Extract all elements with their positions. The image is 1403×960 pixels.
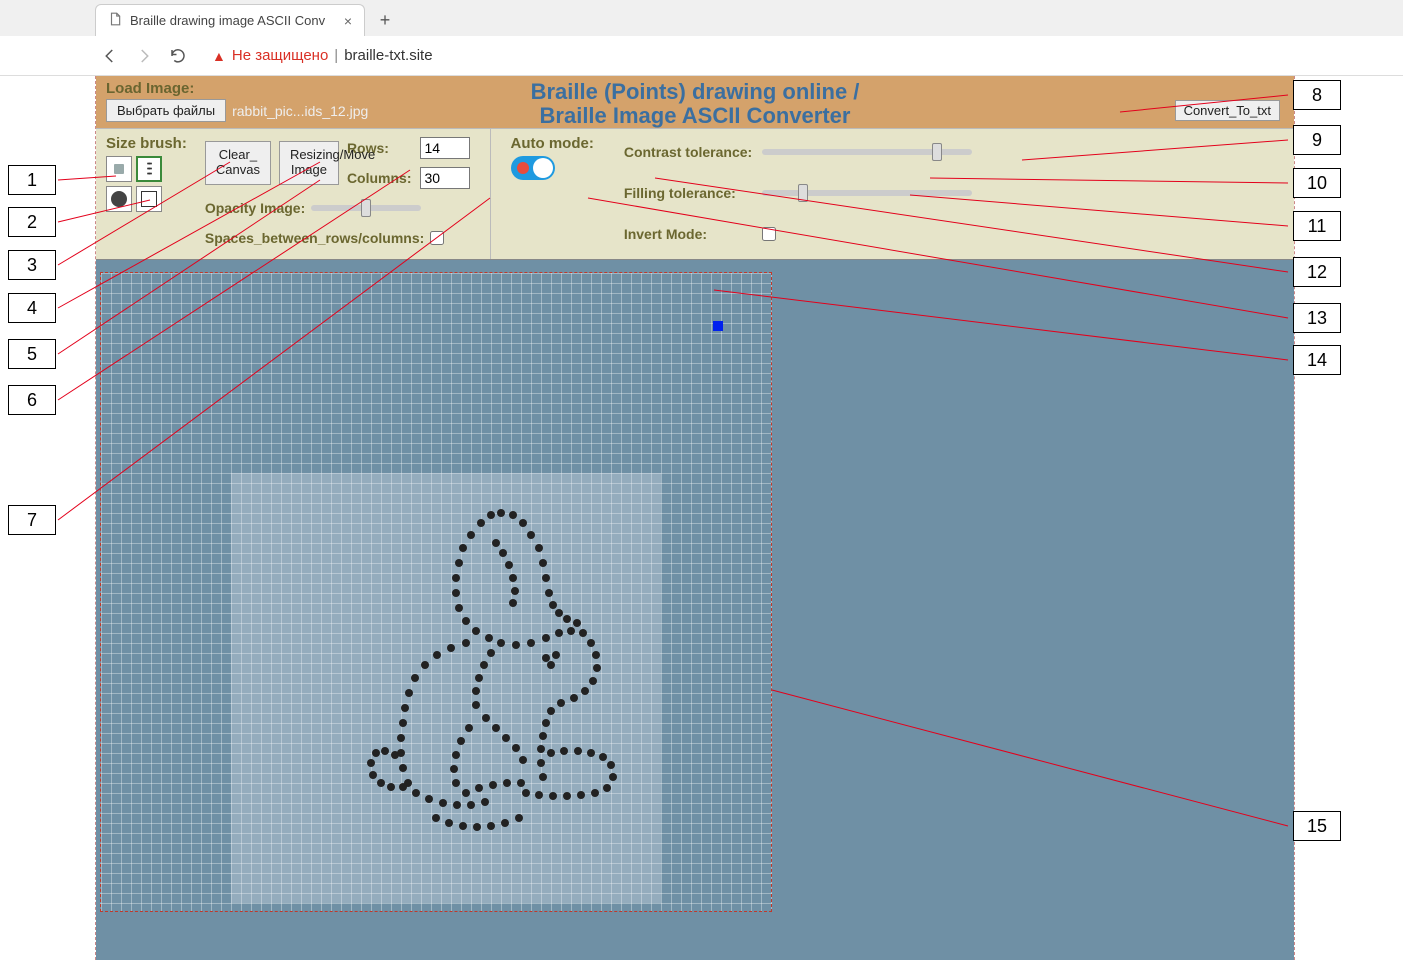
spaces-between-checkbox[interactable] xyxy=(430,231,444,245)
header-bar: Load Image: Выбрать файлы rabbit_pic...i… xyxy=(96,76,1294,128)
rabbit-dot-drawing xyxy=(291,493,711,913)
rows-input[interactable] xyxy=(420,137,470,159)
address-bar: ▲ Не защищено | braille-txt.site xyxy=(0,36,1403,76)
security-warning-text: Не защищено xyxy=(232,47,328,64)
callout-3: 3 xyxy=(8,250,56,280)
toolbar: Size brush: ••••••••• Rows: Clear_ Canva… xyxy=(96,128,1294,259)
tab-bar: Braille drawing image ASCII Conv × + xyxy=(0,0,1403,36)
callout-7: 7 xyxy=(8,505,56,535)
spaces-between-label: Spaces_between_rows/columns: xyxy=(205,230,424,246)
callout-4: 4 xyxy=(8,293,56,323)
opacity-image-slider[interactable] xyxy=(311,205,421,211)
back-button[interactable] xyxy=(100,46,120,66)
rows-columns-group: Rows: Clear_ Canvas Resizing/Move Image … xyxy=(205,135,470,251)
canvas-area[interactable] xyxy=(96,259,1294,960)
filling-tolerance-slider[interactable] xyxy=(762,190,972,196)
size-brush-group: Size brush: ••••••••• xyxy=(106,135,187,251)
toolbar-divider xyxy=(490,129,491,259)
callout-11: 11 xyxy=(1293,211,1341,241)
auto-mode-label: Auto mode: xyxy=(511,135,594,152)
auto-mode-toggle[interactable] xyxy=(511,156,555,180)
callout-1: 1 xyxy=(8,165,56,195)
callout-14: 14 xyxy=(1293,345,1341,375)
columns-label: Columns: xyxy=(347,170,412,186)
callout-8: 8 xyxy=(1293,80,1341,110)
brush-outline-square[interactable] xyxy=(136,186,162,212)
callout-9: 9 xyxy=(1293,125,1341,155)
brush-small-square[interactable] xyxy=(106,156,132,182)
size-brush-label: Size brush: xyxy=(106,135,187,152)
page-icon xyxy=(108,12,122,29)
callout-2: 2 xyxy=(8,207,56,237)
filling-tolerance-label: Filling tolerance: xyxy=(624,185,752,201)
choose-file-button[interactable]: Выбрать файлы xyxy=(106,99,226,122)
url-separator: | xyxy=(334,47,338,64)
callout-6: 6 xyxy=(8,385,56,415)
app-window: Load Image: Выбрать файлы rabbit_pic...i… xyxy=(95,76,1295,960)
contrast-tolerance-label: Contrast tolerance: xyxy=(624,144,752,160)
close-icon[interactable]: × xyxy=(344,13,352,29)
callout-10: 10 xyxy=(1293,168,1341,198)
resizing-move-image-button[interactable]: Resizing/Move Image xyxy=(279,141,339,185)
clear-canvas-button[interactable]: Clear_ Canvas xyxy=(205,141,271,185)
warning-icon: ▲ xyxy=(212,48,226,64)
tolerance-group: Contrast tolerance: Filling tolerance: I… xyxy=(624,135,982,251)
tab-title: Braille drawing image ASCII Conv xyxy=(130,13,336,28)
opacity-image-label: Opacity Image: xyxy=(205,200,305,216)
auto-mode-group: Auto mode: xyxy=(511,135,594,251)
chosen-file-name: rabbit_pic...ids_12.jpg xyxy=(232,103,368,119)
new-tab-button[interactable]: + xyxy=(371,6,399,34)
address-field[interactable]: ▲ Не защищено | braille-txt.site xyxy=(202,42,1395,70)
callout-12: 12 xyxy=(1293,257,1341,287)
brush-dot-grid[interactable]: ••••••••• xyxy=(136,156,162,182)
callout-13: 13 xyxy=(1293,303,1341,333)
load-image-label: Load Image: xyxy=(106,80,1284,97)
url-text: braille-txt.site xyxy=(344,47,432,64)
browser-chrome: Braille drawing image ASCII Conv × + ▲ Н… xyxy=(0,0,1403,76)
reload-button[interactable] xyxy=(168,46,188,66)
invert-mode-label: Invert Mode: xyxy=(624,226,752,242)
brush-big-circle[interactable] xyxy=(106,186,132,212)
forward-button[interactable] xyxy=(134,46,154,66)
columns-input[interactable] xyxy=(420,167,470,189)
browser-tab[interactable]: Braille drawing image ASCII Conv × xyxy=(95,4,365,36)
callout-15: 15 xyxy=(1293,811,1341,841)
convert-to-txt-button[interactable]: Convert_To_txt xyxy=(1175,100,1280,121)
invert-mode-checkbox[interactable] xyxy=(762,227,776,241)
contrast-tolerance-slider[interactable] xyxy=(762,149,972,155)
resize-handle[interactable] xyxy=(713,321,723,331)
dot-grid[interactable] xyxy=(100,272,772,912)
callout-5: 5 xyxy=(8,339,56,369)
